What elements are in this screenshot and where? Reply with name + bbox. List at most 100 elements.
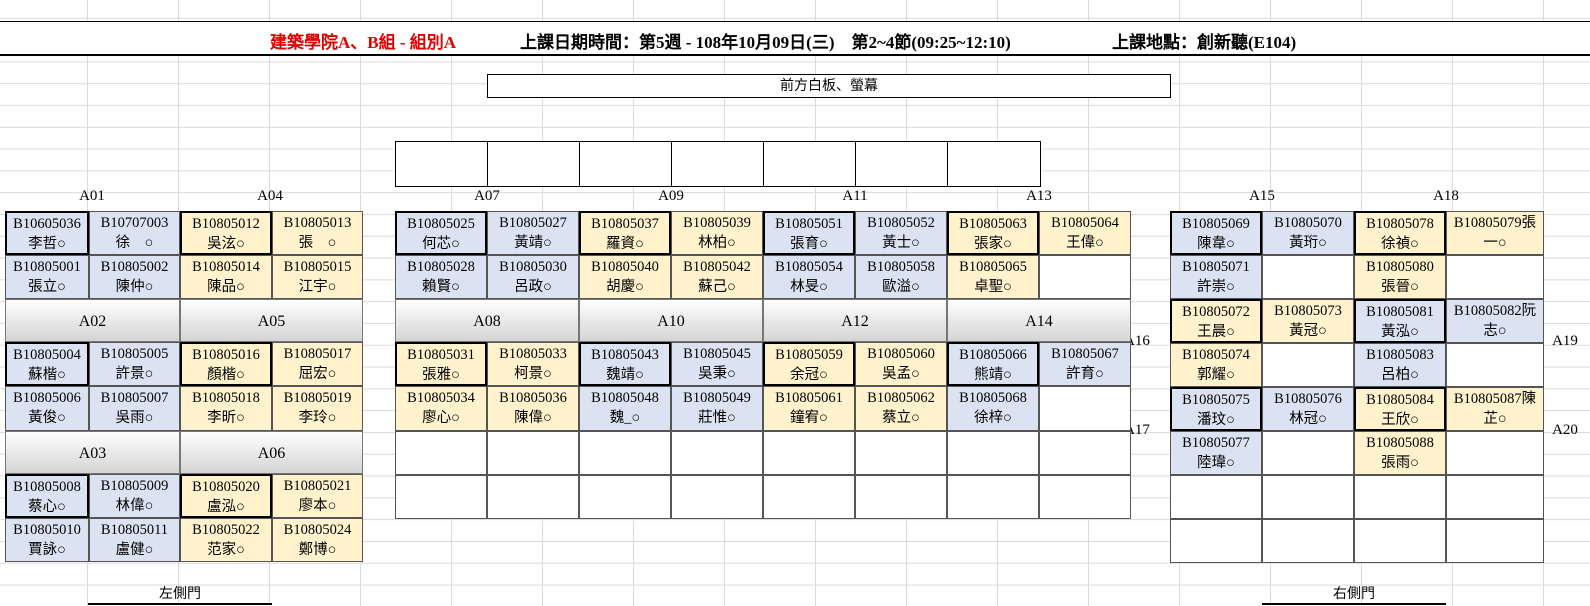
- empty-seat[interactable]: [1262, 255, 1354, 299]
- seat-cell[interactable]: B10805043 魏靖○: [579, 342, 671, 386]
- seat-cell[interactable]: B10805039 林柏○: [671, 211, 763, 255]
- seat-cell[interactable]: B10805087陳 芷○: [1446, 387, 1544, 431]
- empty-seat[interactable]: [1446, 475, 1544, 519]
- seat-cell[interactable]: B10805082阮 志○: [1446, 299, 1544, 343]
- empty-seat[interactable]: [579, 431, 671, 475]
- seat-cell[interactable]: B10805008 蔡心○: [5, 474, 89, 518]
- empty-seat[interactable]: [1039, 431, 1131, 475]
- seat-cell[interactable]: B10805084 王欣○: [1354, 387, 1446, 431]
- seat-cell[interactable]: B10605036 李哲○: [5, 211, 89, 255]
- seat-cell[interactable]: B10805058 歐溢○: [855, 255, 947, 299]
- empty-seat[interactable]: [763, 431, 855, 475]
- empty-seat[interactable]: [1262, 519, 1354, 563]
- seat-cell[interactable]: B10805075 潘玟○: [1170, 387, 1262, 431]
- seat-cell[interactable]: B10805072 王晨○: [1170, 299, 1262, 343]
- empty-seat[interactable]: [1446, 431, 1544, 475]
- seat-cell[interactable]: B10805010 賈詠○: [5, 518, 89, 562]
- seat-cell[interactable]: B10805060 吳孟○: [855, 342, 947, 386]
- seat-cell[interactable]: B10805007 吳雨○: [89, 386, 180, 431]
- empty-seat[interactable]: [1262, 343, 1354, 387]
- seat-cell[interactable]: B10805018 李昕○: [180, 386, 272, 431]
- empty-seat[interactable]: [671, 475, 763, 519]
- seat-cell[interactable]: B10805015 江宇○: [272, 255, 363, 299]
- seat-cell[interactable]: B10805027 黃靖○: [487, 211, 579, 255]
- seat-cell[interactable]: B10805076 林冠○: [1262, 387, 1354, 431]
- seat-cell[interactable]: B10805077 陸瑋○: [1170, 431, 1262, 475]
- seat-cell[interactable]: B10805040 胡慶○: [579, 255, 671, 299]
- empty-seat[interactable]: [1354, 475, 1446, 519]
- empty-seat[interactable]: [1170, 475, 1262, 519]
- seat-cell[interactable]: B10805006 黃俊○: [5, 386, 89, 431]
- seat-cell[interactable]: B10707003 徐 ○: [89, 211, 180, 255]
- empty-seat[interactable]: [487, 431, 579, 475]
- empty-seat[interactable]: [579, 475, 671, 519]
- empty-seat[interactable]: [487, 475, 579, 519]
- empty-seat[interactable]: [947, 475, 1039, 519]
- empty-seat[interactable]: [1446, 343, 1544, 387]
- seat-cell[interactable]: B10805078 徐禎○: [1354, 211, 1446, 255]
- seat-cell[interactable]: B10805070 黃珩○: [1262, 211, 1354, 255]
- seat-cell[interactable]: B10805067 許育○: [1039, 342, 1131, 386]
- seat-cell[interactable]: B10805066 熊靖○: [947, 342, 1039, 386]
- empty-seat[interactable]: [1039, 255, 1131, 299]
- seat-cell[interactable]: B10805022 范家○: [180, 518, 272, 562]
- seat-cell[interactable]: B10805036 陳偉○: [487, 386, 579, 431]
- seat-cell[interactable]: B10805052 黃士○: [855, 211, 947, 255]
- seat-cell[interactable]: B10805074 郭耀○: [1170, 343, 1262, 387]
- empty-seat[interactable]: [1446, 255, 1544, 299]
- seat-cell[interactable]: B10805005 許景○: [89, 342, 180, 386]
- seat-cell[interactable]: B10805071 許崇○: [1170, 255, 1262, 299]
- seat-cell[interactable]: B10805054 林旻○: [763, 255, 855, 299]
- seat-cell[interactable]: B10805016 顏楷○: [180, 342, 272, 386]
- seat-cell[interactable]: B10805028 賴賢○: [395, 255, 487, 299]
- seat-cell[interactable]: B10805064 王偉○: [1039, 211, 1131, 255]
- empty-seat[interactable]: [1262, 431, 1354, 475]
- seat-cell[interactable]: B10805012 吳泫○: [180, 211, 272, 255]
- seat-cell[interactable]: B10805073 黃冠○: [1262, 299, 1354, 343]
- seat-cell[interactable]: B10805063 張家○: [947, 211, 1039, 255]
- empty-seat[interactable]: [1262, 475, 1354, 519]
- seat-cell[interactable]: B10805033 柯景○: [487, 342, 579, 386]
- seat-cell[interactable]: B10805088 張雨○: [1354, 431, 1446, 475]
- seat-cell[interactable]: B10805014 陳品○: [180, 255, 272, 299]
- seat-cell[interactable]: B10805069 陳韋○: [1170, 211, 1262, 255]
- seat-cell[interactable]: B10805042 蘇己○: [671, 255, 763, 299]
- seat-cell[interactable]: B10805013 張 ○: [272, 211, 363, 255]
- seat-cell[interactable]: B10805011 盧健○: [89, 518, 180, 562]
- seat-cell[interactable]: B10805004 蘇楷○: [5, 342, 89, 386]
- empty-seat[interactable]: [1039, 475, 1131, 519]
- empty-seat[interactable]: [395, 475, 487, 519]
- seat-cell[interactable]: B10805083 呂柏○: [1354, 343, 1446, 387]
- seat-cell[interactable]: B10805081 黃泓○: [1354, 299, 1446, 343]
- seat-cell[interactable]: B10805001 張立○: [5, 255, 89, 299]
- seat-cell[interactable]: B10805025 何芯○: [395, 211, 487, 255]
- seat-cell[interactable]: B10805045 吳秉○: [671, 342, 763, 386]
- seat-cell[interactable]: B10805068 徐梓○: [947, 386, 1039, 431]
- seat-cell[interactable]: B10805079張 一○: [1446, 211, 1544, 255]
- seat-cell[interactable]: B10805002 陳仲○: [89, 255, 180, 299]
- empty-seat[interactable]: [855, 431, 947, 475]
- seat-cell[interactable]: B10805031 張雅○: [395, 342, 487, 386]
- seat-cell[interactable]: B10805037 羅資○: [579, 211, 671, 255]
- seat-cell[interactable]: B10805062 蔡立○: [855, 386, 947, 431]
- empty-seat[interactable]: [1354, 519, 1446, 563]
- empty-seat[interactable]: [1039, 386, 1131, 431]
- empty-seat[interactable]: [671, 431, 763, 475]
- empty-seat[interactable]: [1170, 519, 1262, 563]
- empty-seat[interactable]: [947, 431, 1039, 475]
- seat-cell[interactable]: B10805017 屈宏○: [272, 342, 363, 386]
- seat-cell[interactable]: B10805059 余冠○: [763, 342, 855, 386]
- empty-seat[interactable]: [855, 475, 947, 519]
- seat-cell[interactable]: B10805019 李玲○: [272, 386, 363, 431]
- empty-seat[interactable]: [395, 431, 487, 475]
- seat-cell[interactable]: B10805048 魏_○: [579, 386, 671, 431]
- seat-cell[interactable]: B10805049 莊惟○: [671, 386, 763, 431]
- empty-seat[interactable]: [763, 475, 855, 519]
- seat-cell[interactable]: B10805034 廖心○: [395, 386, 487, 431]
- seat-cell[interactable]: B10805051 張育○: [763, 211, 855, 255]
- seat-cell[interactable]: B10805009 林偉○: [89, 474, 180, 518]
- seat-cell[interactable]: B10805065 卓聖○: [947, 255, 1039, 299]
- empty-seat[interactable]: [1446, 519, 1544, 563]
- seat-cell[interactable]: B10805020 盧泓○: [180, 474, 272, 518]
- seat-cell[interactable]: B10805030 呂政○: [487, 255, 579, 299]
